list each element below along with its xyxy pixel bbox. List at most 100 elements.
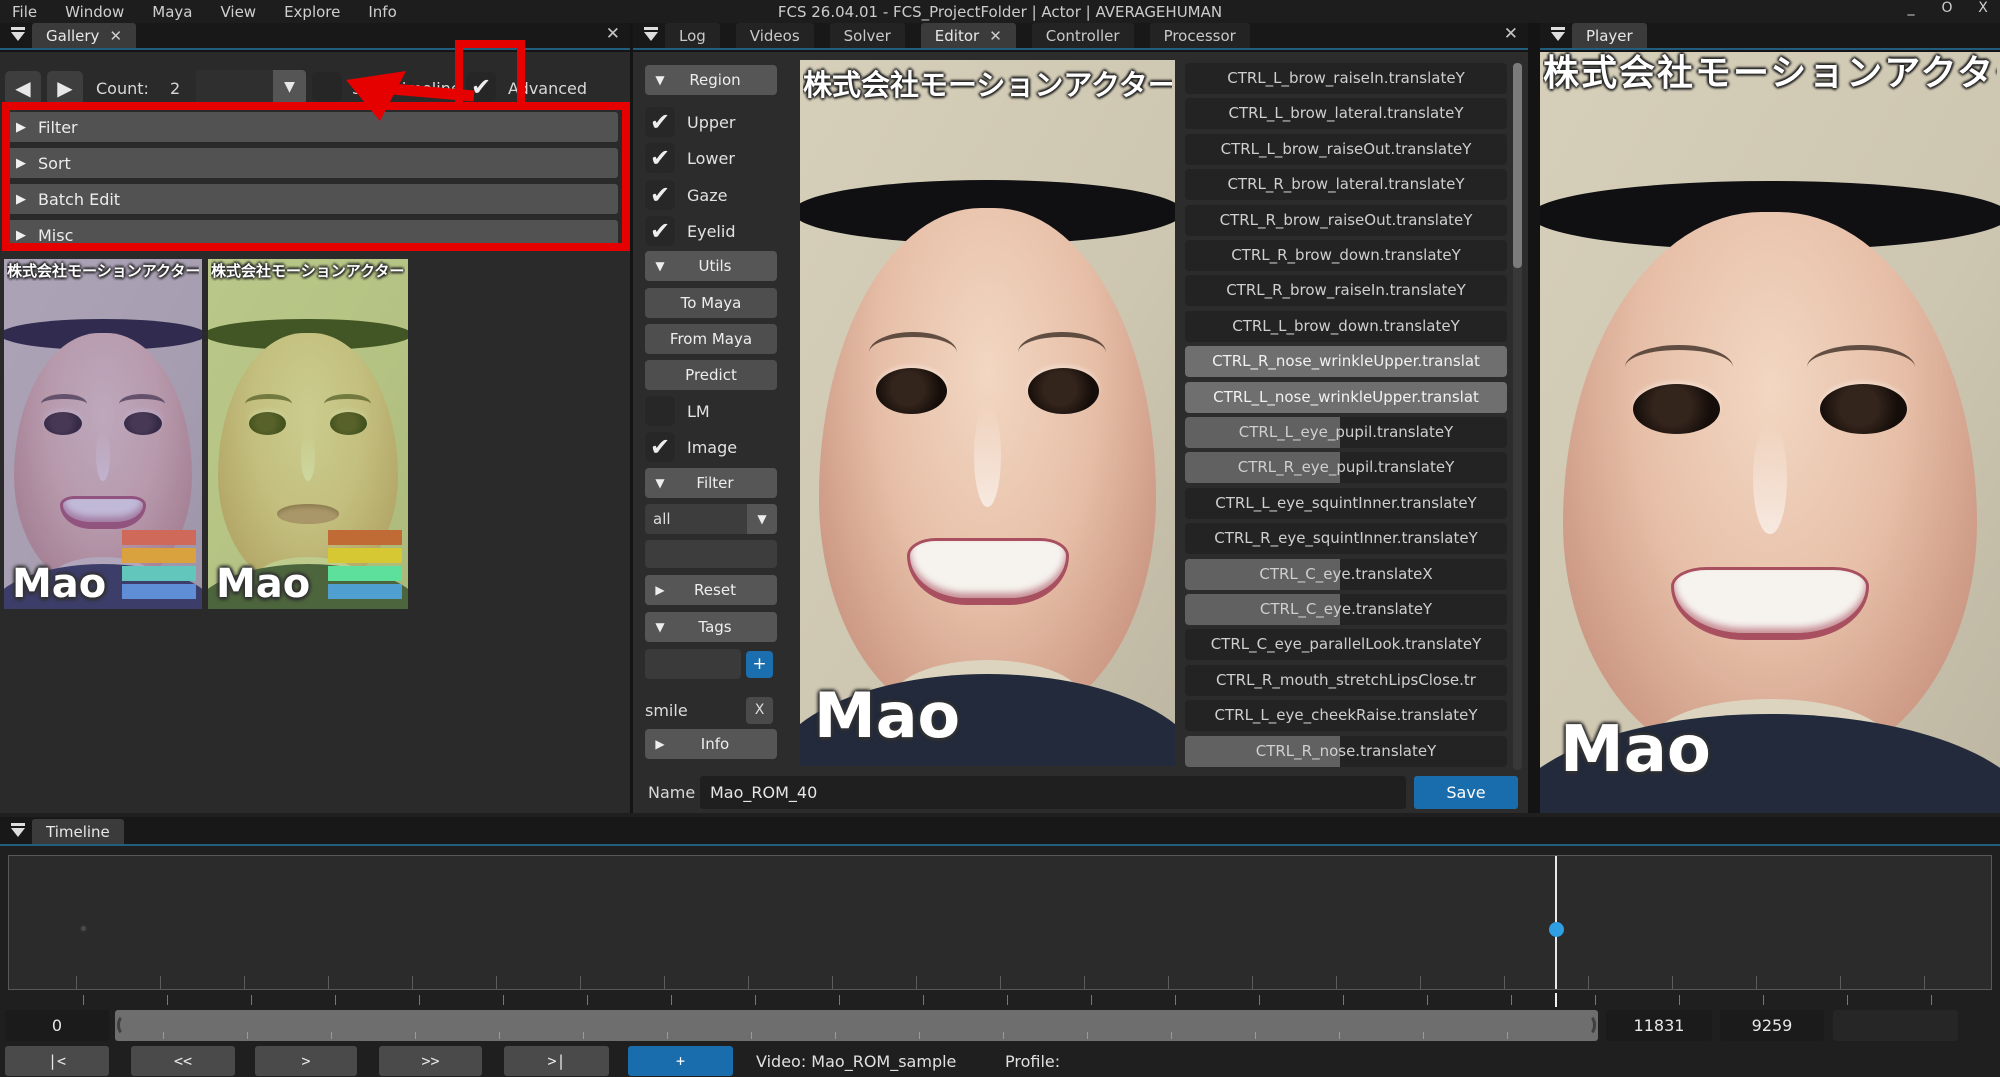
controller-item[interactable]: CTRL_R_brow_raiseOut.translateY: [1185, 205, 1507, 236]
section-header-tags[interactable]: ▼Tags: [645, 612, 777, 642]
eyelid-checkbox[interactable]: ✔: [645, 216, 675, 246]
panel-menu-icon[interactable]: [1546, 25, 1570, 45]
menu-item-explore[interactable]: Explore: [284, 3, 340, 21]
controller-item[interactable]: CTRL_C_eye.translateY: [1185, 594, 1507, 625]
gallery-thumbnail[interactable]: 株式会社モーションアクターMao: [208, 259, 408, 609]
tab-editor[interactable]: Editor✕: [921, 23, 1016, 48]
image-checkbox[interactable]: ✔: [645, 432, 675, 462]
lm-checkbox[interactable]: [645, 396, 675, 426]
sync-timeline-checkbox[interactable]: [312, 72, 342, 102]
tab-log[interactable]: Log: [665, 23, 720, 48]
lower-checkbox[interactable]: ✔: [645, 143, 675, 173]
chevron-down-icon[interactable]: ▼: [273, 70, 306, 104]
menu-item-maya[interactable]: Maya: [152, 3, 192, 21]
menu-item-view[interactable]: View: [220, 3, 256, 21]
tab-solver[interactable]: Solver: [830, 23, 905, 48]
go-end-button[interactable]: >|: [504, 1046, 609, 1076]
tag-input[interactable]: [645, 649, 741, 679]
controller-item[interactable]: CTRL_C_eye.translateX: [1185, 559, 1507, 590]
gallery-thumbnail[interactable]: 株式会社モーションアクターMao: [4, 259, 202, 609]
name-input[interactable]: Mao_ROM_40: [700, 776, 1406, 809]
gallery-dropdown[interactable]: ▼: [196, 70, 306, 104]
panel-menu-icon[interactable]: [6, 821, 30, 841]
controller-item[interactable]: CTRL_L_brow_lateral.translateY: [1185, 98, 1507, 129]
scrollbar-right-grip[interactable]: [1580, 1014, 1596, 1036]
tab-gallery-close-icon[interactable]: ✕: [109, 27, 122, 45]
tab-player[interactable]: Player: [1572, 23, 1647, 48]
timeline-end-field[interactable]: 11831: [1606, 1010, 1712, 1041]
next-frame-button[interactable]: >>: [379, 1046, 482, 1076]
maximize-button[interactable]: O: [1936, 0, 1958, 16]
filter-input[interactable]: [645, 540, 777, 568]
controller-item[interactable]: CTRL_L_eye_squintInner.translateY: [1185, 488, 1507, 519]
play-button[interactable]: >: [255, 1046, 357, 1076]
gallery-prev-button[interactable]: ◀: [4, 70, 42, 106]
timeline-start-field[interactable]: 0: [5, 1010, 109, 1041]
controller-item[interactable]: CTRL_L_eye_pupil.translateY: [1185, 417, 1507, 448]
controller-item[interactable]: CTRL_R_nose.translateY: [1185, 736, 1507, 767]
go-start-button[interactable]: |<: [5, 1046, 109, 1076]
tab-videos[interactable]: Videos: [736, 23, 814, 48]
controller-item[interactable]: CTRL_L_eye_cheekRaise.translateY: [1185, 700, 1507, 731]
controller-item[interactable]: CTRL_R_brow_raiseIn.translateY: [1185, 275, 1507, 306]
tab-close-icon[interactable]: ✕: [989, 27, 1002, 45]
controller-item[interactable]: CTRL_R_brow_down.translateY: [1185, 240, 1507, 271]
upper-checkbox[interactable]: ✔: [645, 107, 675, 137]
to-maya-button[interactable]: To Maya: [645, 288, 777, 318]
tab-timeline[interactable]: Timeline: [32, 819, 124, 844]
section-header-reset[interactable]: ▶Reset: [645, 575, 777, 605]
controller-label: CTRL_C_eye.translateX: [1185, 559, 1507, 590]
close-button[interactable]: X: [1972, 0, 1994, 16]
gallery-next-button[interactable]: ▶: [46, 70, 84, 106]
save-button[interactable]: Save: [1414, 776, 1518, 809]
prev-frame-button[interactable]: <<: [131, 1046, 235, 1076]
tab-gallery[interactable]: Gallery ✕: [32, 23, 136, 48]
timeline-extra-field[interactable]: [1833, 1010, 1958, 1041]
controller-item[interactable]: CTRL_R_eye_squintInner.translateY: [1185, 523, 1507, 554]
timeline-scrollbar[interactable]: [115, 1010, 1598, 1041]
editor-panel-close-icon[interactable]: ✕: [1504, 24, 1518, 44]
gallery-panel-close-icon[interactable]: ✕: [606, 24, 620, 44]
scrollbar-left-grip[interactable]: [117, 1014, 133, 1036]
advanced-checkbox[interactable]: ✔: [466, 72, 496, 102]
add-tag-button[interactable]: +: [746, 651, 773, 678]
timeline-playhead-dot[interactable]: [1549, 922, 1564, 937]
section-sort[interactable]: ▶Sort: [6, 148, 618, 178]
from-maya-button[interactable]: From Maya: [645, 324, 777, 354]
controller-item[interactable]: CTRL_L_nose_wrinkleUpper.translat: [1185, 382, 1507, 413]
section-header-info[interactable]: ▶Info: [645, 729, 777, 759]
controller-item[interactable]: CTRL_C_eye_parallelLook.translateY: [1185, 629, 1507, 660]
add-button[interactable]: +: [628, 1046, 733, 1076]
tab-timeline-label: Timeline: [46, 823, 110, 841]
timeline-canvas[interactable]: [8, 855, 1992, 990]
controller-item[interactable]: CTRL_R_nose_wrinkleUpper.translat: [1185, 346, 1507, 377]
filter-select[interactable]: all▼: [645, 504, 777, 534]
section-batch-edit[interactable]: ▶Batch Edit: [6, 184, 618, 214]
remove-tag-button[interactable]: X: [746, 697, 773, 724]
chevron-down-icon[interactable]: ▼: [747, 504, 777, 534]
controller-item[interactable]: CTRL_L_brow_raiseIn.translateY: [1185, 63, 1507, 94]
timeline-current-frame-field[interactable]: 9259: [1720, 1010, 1824, 1041]
predict-button[interactable]: Predict: [645, 360, 777, 390]
controller-item[interactable]: CTRL_R_eye_pupil.translateY: [1185, 452, 1507, 483]
menu-item-window[interactable]: Window: [65, 3, 124, 21]
timeline-keyframe-marker[interactable]: [79, 924, 88, 933]
section-header-region[interactable]: ▼Region: [645, 65, 777, 95]
controller-item[interactable]: CTRL_R_mouth_stretchLipsClose.tr: [1185, 665, 1507, 696]
panel-menu-icon[interactable]: [6, 25, 30, 45]
panel-menu-icon[interactable]: [639, 25, 663, 45]
section-misc[interactable]: ▶Misc: [6, 220, 618, 250]
controller-item[interactable]: CTRL_R_brow_lateral.translateY: [1185, 169, 1507, 200]
section-filter[interactable]: ▶Filter: [6, 112, 618, 142]
section-header-filter[interactable]: ▼Filter: [645, 468, 777, 498]
section-header-utils[interactable]: ▼Utils: [645, 251, 777, 281]
controller-list-scrollbar[interactable]: [1513, 63, 1522, 770]
controller-item[interactable]: CTRL_L_brow_down.translateY: [1185, 311, 1507, 342]
gaze-checkbox[interactable]: ✔: [645, 180, 675, 210]
minimize-button[interactable]: _: [1900, 0, 1922, 16]
tab-processor[interactable]: Processor: [1150, 23, 1250, 48]
tab-controller[interactable]: Controller: [1032, 23, 1134, 48]
controller-item[interactable]: CTRL_L_brow_raiseOut.translateY: [1185, 134, 1507, 165]
menu-item-info[interactable]: Info: [368, 3, 396, 21]
menu-item-file[interactable]: File: [12, 3, 37, 21]
